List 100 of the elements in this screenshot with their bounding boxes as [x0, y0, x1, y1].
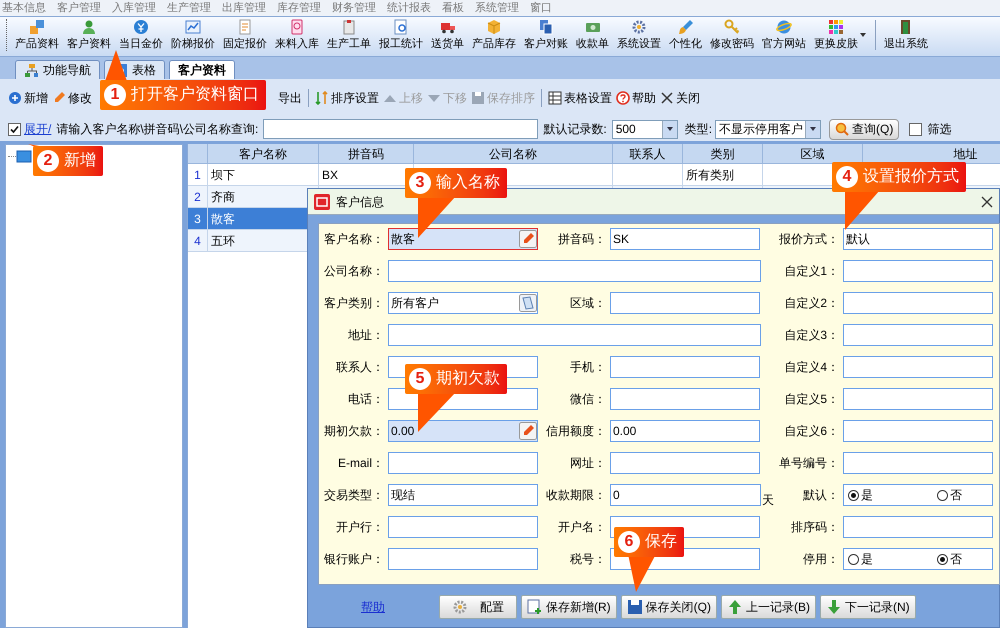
input-field[interactable]: [388, 324, 761, 346]
input-field[interactable]: [610, 356, 760, 378]
input-field[interactable]: [610, 452, 760, 474]
menu-item[interactable]: 入库管理: [112, 1, 156, 15]
toolbar-button[interactable]: 官方网站: [759, 17, 809, 53]
input-field[interactable]: [610, 388, 760, 410]
expand-link[interactable]: 展开/: [24, 120, 52, 138]
tab[interactable]: 客户资料: [169, 60, 235, 79]
input-field[interactable]: [843, 388, 993, 410]
toolbar-button[interactable]: 关闭: [658, 87, 702, 109]
input-field[interactable]: [388, 260, 761, 282]
radio-button[interactable]: [937, 490, 948, 500]
radio-button[interactable]: [848, 490, 859, 500]
menu-item[interactable]: 窗口: [530, 1, 552, 15]
input-field[interactable]: 0.00: [610, 420, 760, 442]
input-field[interactable]: 0: [610, 484, 761, 506]
radio-group[interactable]: 是 否: [843, 484, 993, 506]
radio-button[interactable]: [848, 554, 859, 564]
toolbar-button[interactable]: 系统设置: [614, 17, 664, 53]
toolbar-button[interactable]: 更换皮肤: [811, 17, 870, 53]
text-input[interactable]: 散客: [391, 230, 519, 248]
field-label: 停用：: [803, 552, 839, 566]
input-field[interactable]: [843, 260, 993, 282]
toolbar-button[interactable]: 报工统计: [376, 17, 426, 53]
text-input[interactable]: 0.00: [391, 422, 519, 440]
dialog-button[interactable]: 上一记录(B): [721, 595, 816, 619]
toolbar-button[interactable]: 排序设置: [313, 87, 381, 109]
toolbar-button[interactable]: 来料入库: [272, 17, 322, 53]
toolbar-button[interactable]: 产品资料: [12, 17, 62, 53]
input-field[interactable]: 现结: [388, 484, 538, 506]
toolbar-button[interactable]: 生产工单: [324, 17, 374, 53]
input-field[interactable]: SK: [610, 228, 760, 250]
toolbar-button[interactable]: 个性化: [666, 17, 705, 53]
search-icon: [835, 122, 850, 136]
radio-group[interactable]: 是 否: [843, 548, 993, 570]
query-button[interactable]: 查询(Q): [829, 118, 900, 140]
field-label: 自定义4：: [784, 360, 839, 374]
input-field[interactable]: 散客: [388, 228, 538, 250]
radio-button[interactable]: [937, 554, 948, 564]
input-field[interactable]: [843, 356, 993, 378]
dialog-button[interactable]: 配置: [439, 595, 517, 619]
toolbar-button[interactable]: 送货单: [428, 17, 467, 53]
menu-item[interactable]: 财务管理: [332, 1, 376, 15]
text-input[interactable]: 所有客户: [391, 294, 519, 312]
book-icon[interactable]: [519, 294, 537, 312]
menu-item[interactable]: 统计报表: [387, 1, 431, 15]
toolbar-button[interactable]: 新增: [6, 87, 50, 109]
input-field[interactable]: [388, 452, 538, 474]
close-icon: [660, 91, 674, 105]
close-icon[interactable]: [981, 196, 993, 208]
tab[interactable]: 功能导航: [15, 60, 100, 79]
input-field[interactable]: 所有客户: [388, 292, 538, 314]
toolbar-button[interactable]: 修改密码: [707, 17, 757, 53]
menu-item[interactable]: 库存管理: [277, 1, 321, 15]
input-field[interactable]: [388, 516, 538, 538]
toolbar-button[interactable]: 表格设置: [546, 87, 614, 109]
pencil-icon[interactable]: [519, 230, 537, 248]
toolbar-button[interactable]: 修改: [50, 87, 94, 109]
input-field[interactable]: [843, 452, 993, 474]
cube-icon: [486, 19, 502, 35]
dialog-button[interactable]: 下一记录(N): [820, 595, 916, 619]
input-field[interactable]: [843, 324, 993, 346]
toolbar-button[interactable]: 导出: [276, 87, 304, 109]
toolbar-button[interactable]: 客户对账: [521, 17, 571, 53]
toolbar-button[interactable]: 帮助: [614, 87, 658, 109]
folder-icon[interactable]: [16, 148, 32, 164]
input-field[interactable]: [843, 516, 993, 538]
toolbar-button[interactable]: 退出系统: [881, 17, 931, 53]
toolbar-button[interactable]: 固定报价: [220, 17, 270, 53]
checkbox[interactable]: [909, 122, 922, 136]
dropdown[interactable]: 500: [612, 120, 678, 138]
dropdown[interactable]: 不显示停用客户: [715, 120, 822, 138]
input-field[interactable]: 0.00: [388, 420, 538, 442]
toolbar-button[interactable]: 当日金价: [116, 17, 166, 53]
field-label: 自定义5：: [784, 392, 839, 406]
toolbar-button[interactable]: 产品库存: [469, 17, 519, 53]
checkbox[interactable]: [8, 122, 21, 136]
input-field[interactable]: [843, 292, 993, 314]
pencil-icon[interactable]: [519, 422, 537, 440]
input-field[interactable]: [610, 292, 760, 314]
pencil-icon: [52, 91, 66, 105]
menu-item[interactable]: 客户管理: [57, 1, 101, 15]
field-label: 客户类别：: [324, 296, 384, 310]
toolbar-button[interactable]: 客户资料: [64, 17, 114, 53]
menu-item[interactable]: 出库管理: [222, 1, 266, 15]
callout-pointer: [418, 196, 456, 238]
dialog-button[interactable]: 保存关闭(Q): [620, 595, 717, 619]
menu-item[interactable]: 看板: [442, 1, 464, 15]
field-label: 开户名：: [558, 520, 606, 534]
input-field[interactable]: [843, 420, 993, 442]
input-field[interactable]: [388, 548, 538, 570]
menu-item[interactable]: 基本信息: [2, 1, 46, 15]
toolbar-button[interactable]: 阶梯报价: [168, 17, 218, 53]
menu-item[interactable]: 生产管理: [167, 1, 211, 15]
input-field[interactable]: 默认: [843, 228, 993, 250]
toolbar-button[interactable]: 收款单: [573, 17, 612, 53]
dialog-button[interactable]: 保存新增(R): [521, 595, 617, 619]
field-label: 自定义3：: [784, 328, 839, 342]
search-field[interactable]: [263, 119, 538, 139]
menu-item[interactable]: 系统管理: [475, 1, 519, 15]
